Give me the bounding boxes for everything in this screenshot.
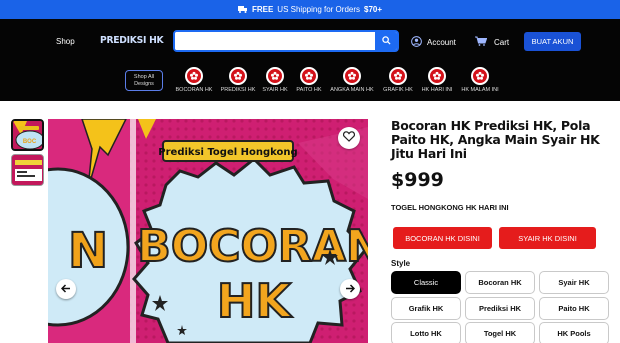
shipping-banner: FREE US Shipping for Orders $70+ xyxy=(0,0,620,19)
thumbnail-2[interactable] xyxy=(11,154,44,186)
category-item[interactable]: BOCORAN HK xyxy=(169,67,219,93)
bocoran-button[interactable]: BOCORAN HK DISINI xyxy=(393,227,492,249)
style-option[interactable]: Paito HK xyxy=(539,297,609,320)
search-icon xyxy=(381,32,391,50)
category-label: BOCORAN HK xyxy=(175,87,213,93)
style-option[interactable]: Syair HK xyxy=(539,271,609,294)
flower-emblem-icon xyxy=(266,67,284,85)
flower-emblem-icon xyxy=(471,67,489,85)
hero-side-letter: N xyxy=(68,223,108,279)
style-option[interactable]: Prediksi HK xyxy=(465,297,535,320)
hero-big-text-1: BOCORAN xyxy=(137,221,368,272)
site-logo[interactable]: PREDIKSI HK xyxy=(100,35,164,46)
arrow-right-icon xyxy=(345,280,356,298)
previous-image-button[interactable] xyxy=(56,279,76,299)
flower-emblem-icon xyxy=(389,67,407,85)
style-option-classic[interactable]: Classic xyxy=(391,271,461,294)
flower-emblem-icon xyxy=(300,67,318,85)
create-account-button[interactable]: BUAT AKUN xyxy=(524,32,581,51)
category-label: ANGKA MAIN HK xyxy=(330,87,374,93)
style-option[interactable]: HK Pools xyxy=(539,322,609,343)
flower-emblem-icon xyxy=(428,67,446,85)
flower-emblem-icon xyxy=(343,67,361,85)
product-title: Bocoran HK Prediksi HK, Pola Paito HK, A… xyxy=(391,118,600,161)
heart-icon xyxy=(342,129,356,147)
search-input[interactable] xyxy=(175,32,375,50)
style-label: Style xyxy=(391,259,411,268)
cart-link[interactable]: Cart xyxy=(475,36,509,48)
search-button[interactable] xyxy=(375,32,397,50)
cart-icon xyxy=(475,36,488,48)
shop-all-line1: Shop All xyxy=(133,74,155,80)
account-link[interactable]: Account xyxy=(411,36,456,49)
style-option[interactable]: Grafik HK xyxy=(391,297,461,320)
favorite-button[interactable] xyxy=(338,127,360,149)
shop-all-line2: Designs xyxy=(134,81,154,87)
style-option[interactable]: Togel HK xyxy=(465,322,535,343)
svg-text:BOC: BOC xyxy=(23,139,37,145)
flower-emblem-icon xyxy=(185,67,203,85)
product-info: Bocoran HK Prediksi HK, Pola Paito HK, A… xyxy=(391,118,613,213)
product-price: $999 xyxy=(391,169,444,191)
hero-banner-text: Prediksi Togel Hongkong xyxy=(158,147,297,158)
free-label: FREE xyxy=(251,5,274,14)
category-item[interactable]: HK MALAM INI xyxy=(455,67,505,93)
truck-icon xyxy=(237,6,248,13)
style-option[interactable]: Lotto HK xyxy=(391,322,461,343)
thumbnail-list: BOC xyxy=(11,119,44,189)
syair-button[interactable]: SYAIR HK DISINI xyxy=(499,227,596,249)
cart-label: Cart xyxy=(494,37,510,47)
shipping-amount: $70+ xyxy=(364,5,383,14)
flower-emblem-icon xyxy=(229,67,247,85)
nav-shop-link[interactable]: Shop xyxy=(56,37,75,46)
category-label: HK MALAM INI xyxy=(461,87,499,93)
user-icon xyxy=(411,36,422,49)
style-option[interactable]: Bocoran HK xyxy=(465,271,535,294)
product-tagline: TOGEL HONGKONG HK HARI INI xyxy=(391,203,509,212)
next-image-button[interactable] xyxy=(340,279,360,299)
product-hero-image: N Prediksi Togel Hongkong BOCORAN HK xyxy=(48,119,368,343)
shop-all-designs-button[interactable]: Shop All Designs xyxy=(125,70,163,91)
hero-big-text-2: HK xyxy=(217,274,293,328)
search-bar xyxy=(173,30,399,52)
arrow-left-icon xyxy=(60,280,71,298)
account-label: Account xyxy=(427,38,456,47)
thumbnail-1[interactable]: BOC xyxy=(11,119,44,151)
category-item[interactable]: ANGKA MAIN HK xyxy=(327,67,377,93)
shipping-text: US Shipping for Orders xyxy=(277,5,360,14)
site-header: Shop PREDIKSI HK Account Cart BUAT AKUN … xyxy=(0,19,620,101)
